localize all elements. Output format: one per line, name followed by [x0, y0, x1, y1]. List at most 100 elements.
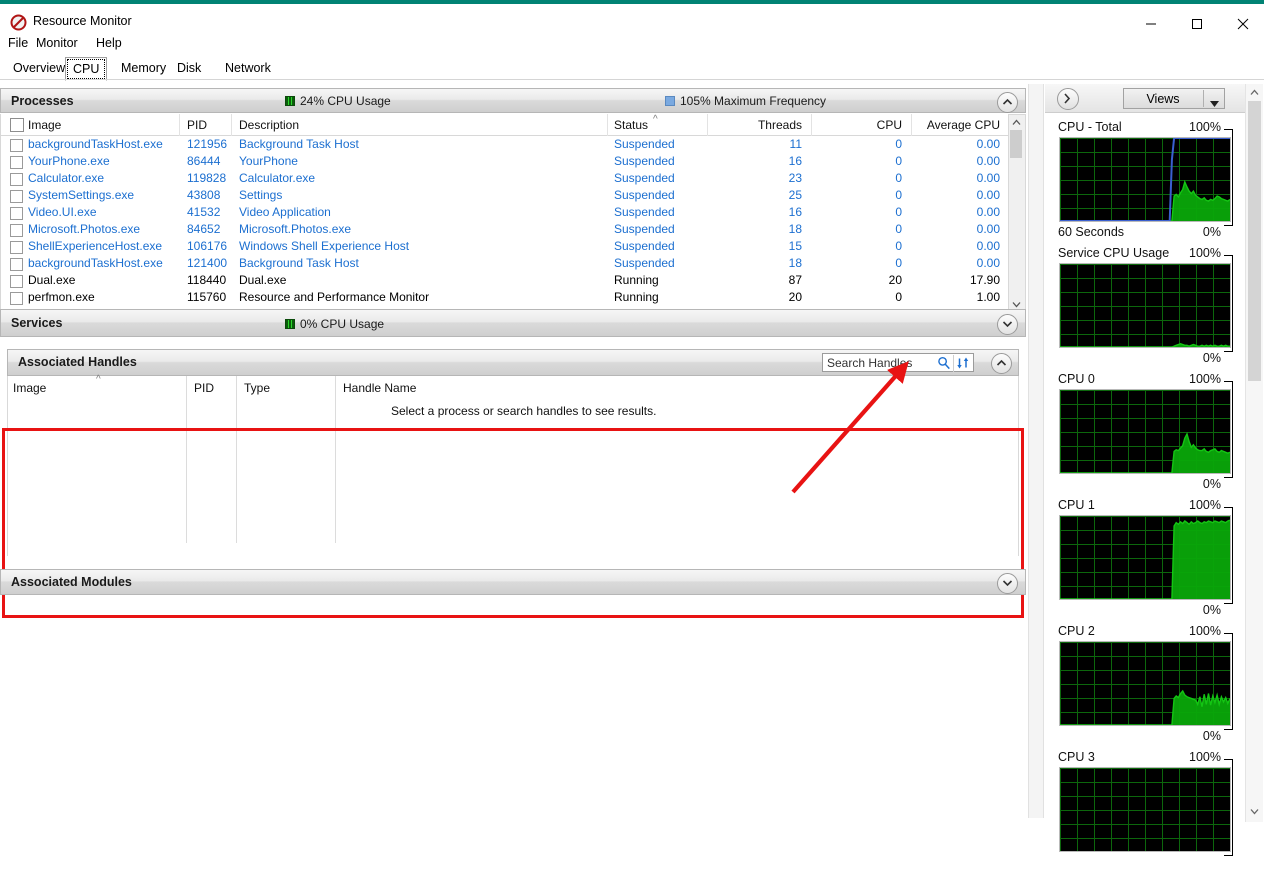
graph-5: CPU 3 100% [1045, 750, 1245, 879]
sort-ascending-icon: ^ [653, 114, 658, 125]
column-header-cpu[interactable]: CPU [811, 118, 902, 132]
menu-item-monitor[interactable]: Monitor [36, 36, 78, 50]
row-checkbox[interactable] [10, 156, 23, 169]
cell-avg: 0.00 [976, 256, 1000, 270]
green-swatch-icon [285, 96, 295, 106]
cell-pid: 86444 [187, 154, 221, 168]
table-row[interactable]: Microsoft.Photos.exe 84652 Microsoft.Photo… [1, 221, 1011, 238]
handles-column-type[interactable]: Type [244, 381, 270, 395]
modules-title: Associated Modules [11, 575, 132, 589]
table-row[interactable]: YourPhone.exe 86444 YourPhone Suspended 16 0 0… [1, 153, 1011, 170]
row-checkbox[interactable] [10, 292, 23, 305]
processes-panel-header[interactable]: Processes 24% CPU Usage 105% Maximum Fre… [0, 88, 1026, 113]
handles-column-handle-name[interactable]: Handle Name [343, 381, 416, 395]
search-icon[interactable] [937, 356, 951, 373]
cell-status: Running [614, 273, 659, 287]
cell-cpu: 0 [895, 222, 902, 236]
scroll-thumb[interactable] [1010, 130, 1022, 158]
row-checkbox[interactable] [10, 190, 23, 203]
chevron-up-icon [1012, 119, 1021, 125]
refresh-arrows-icon[interactable] [956, 356, 971, 373]
processes-scrollbar[interactable] [1008, 114, 1026, 313]
table-row[interactable]: perfmon.exe 115760 Resource and Performanc… [1, 289, 1011, 306]
handles-title: Associated Handles [18, 355, 137, 369]
column-header-image[interactable]: Image [28, 118, 61, 132]
services-title: Services [11, 316, 63, 330]
sidebar-scroll-down-button[interactable] [1247, 804, 1262, 819]
cell-threads: 87 [788, 273, 802, 287]
search-handles-box[interactable]: Search Handles [822, 353, 974, 372]
graph-2: CPU 0 100% 0% [1045, 372, 1245, 501]
tab-memory[interactable]: Memory [114, 58, 173, 79]
views-button[interactable]: Views [1123, 88, 1225, 109]
table-row[interactable]: backgroundTaskHost.exe 121400 Background T… [1, 255, 1011, 272]
handles-collapse-button[interactable] [991, 353, 1012, 374]
sidebar-scrollbar[interactable] [1245, 84, 1263, 822]
cell-avg: 17.90 [969, 273, 1000, 287]
graph-max-label: 100% [1189, 498, 1221, 512]
cell-threads: 18 [788, 222, 802, 236]
column-header-description[interactable]: Description [239, 118, 299, 132]
services-panel-header[interactable]: Services 0% CPU Usage [0, 309, 1026, 337]
column-header-pid[interactable]: PID [187, 118, 207, 132]
modules-expand-button[interactable] [997, 573, 1018, 594]
chevron-up-icon [996, 359, 1007, 366]
handles-panel-header[interactable]: Associated Handles Search Handles [7, 349, 1019, 376]
column-header-average-cpu[interactable]: Average CPU [911, 118, 1000, 132]
column-header-status[interactable]: Status [614, 118, 648, 132]
graph-plot [1059, 137, 1231, 222]
search-handles-input[interactable]: Search Handles [827, 356, 912, 370]
menu-item-file[interactable]: File [8, 36, 28, 50]
sidebar-scroll-up-button[interactable] [1247, 85, 1262, 100]
cell-status: Suspended [614, 256, 675, 270]
row-checkbox[interactable] [10, 207, 23, 220]
processes-cpu-usage-label: 24% CPU Usage [300, 94, 391, 108]
handles-column-pid[interactable]: PID [194, 381, 214, 395]
tab-cpu[interactable]: CPU [65, 57, 108, 81]
row-checkbox[interactable] [10, 275, 23, 288]
hide-sidebar-button[interactable] [1057, 88, 1079, 110]
table-row[interactable]: ShellExperienceHost.exe 106176 Windows She… [1, 238, 1011, 255]
row-checkbox[interactable] [10, 258, 23, 271]
row-checkbox[interactable] [10, 241, 23, 254]
cell-status: Running [614, 290, 659, 304]
views-divider [1203, 90, 1204, 107]
services-expand-button[interactable] [997, 314, 1018, 335]
services-cpu-usage-label: 0% CPU Usage [300, 317, 385, 331]
resource-monitor-window: Resource Monitor File Monitor Help Overv… [0, 0, 1264, 856]
cell-pid: 43808 [187, 188, 221, 202]
caret-down-icon[interactable] [1210, 96, 1219, 110]
graph-plot [1059, 641, 1231, 726]
table-row[interactable]: backgroundTaskHost.exe 121956 Background T… [1, 136, 1011, 153]
graph-max-label: 100% [1189, 120, 1221, 134]
cell-cpu: 0 [895, 137, 902, 151]
detail-pane-scrollbar[interactable] [1028, 84, 1044, 818]
row-checkbox[interactable] [10, 224, 23, 237]
tab-network[interactable]: Network [218, 58, 278, 79]
processes-title: Processes [11, 94, 74, 108]
cell-cpu: 0 [895, 171, 902, 185]
tab-disk[interactable]: Disk [170, 58, 208, 79]
processes-collapse-button[interactable] [997, 92, 1018, 113]
services-cpu-usage: 0% CPU Usage [285, 317, 384, 331]
select-all-checkbox[interactable] [10, 118, 24, 132]
scroll-up-button[interactable] [1009, 115, 1023, 129]
handles-column-image[interactable]: Image [13, 381, 46, 395]
table-row[interactable]: Dual.exe 118440 Dual.exe Running 87 20 17.90 [1, 272, 1011, 289]
table-row[interactable]: SystemSettings.exe 43808 Settings Suspended… [1, 187, 1011, 204]
tab-overview[interactable]: Overview [6, 58, 72, 79]
column-divider[interactable] [607, 114, 608, 136]
column-divider[interactable] [231, 114, 232, 136]
column-divider[interactable] [179, 114, 180, 136]
table-row[interactable]: Calculator.exe 119828 Calculator.exe Suspen… [1, 170, 1011, 187]
row-checkbox[interactable] [10, 139, 23, 152]
menu-item-help[interactable]: Help [96, 36, 122, 50]
table-row[interactable]: Video.UI.exe 41532 Video Application Suspen… [1, 204, 1011, 221]
processes-table-body: backgroundTaskHost.exe 121956 Background T… [0, 136, 1026, 313]
sidebar-scroll-thumb[interactable] [1248, 101, 1261, 381]
column-header-threads[interactable]: Threads [707, 118, 802, 132]
modules-panel-header[interactable]: Associated Modules [0, 569, 1026, 595]
row-checkbox[interactable] [10, 173, 23, 186]
graph-min-label: 0% [1202, 603, 1221, 617]
cell-description: Background Task Host [239, 256, 359, 270]
